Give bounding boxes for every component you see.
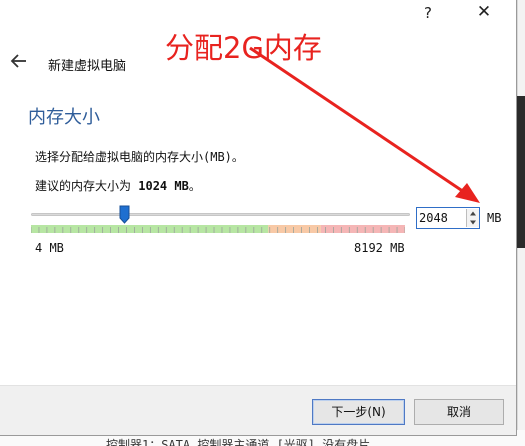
- memory-slider-scale: [31, 225, 405, 233]
- memory-slider-thumb[interactable]: [119, 205, 130, 224]
- recommend-value: 1024 MB: [138, 179, 189, 193]
- spin-up-icon[interactable]: [466, 209, 479, 218]
- close-button[interactable]: ✕: [475, 2, 493, 22]
- cancel-button[interactable]: 取消: [414, 399, 504, 425]
- back-arrow-icon[interactable]: [10, 53, 28, 69]
- wizard-title: 新建虚拟电脑: [48, 59, 127, 74]
- slider-zone-orange: [268, 225, 321, 233]
- spin-down-icon[interactable]: [466, 218, 479, 227]
- background-preview-panel: [517, 96, 525, 248]
- memory-spinbox[interactable]: [416, 207, 480, 229]
- memory-description: 选择分配给虚拟电脑的内存大小(MB)。: [35, 150, 244, 164]
- next-button[interactable]: 下一步(N): [312, 399, 405, 425]
- help-button[interactable]: ?: [421, 4, 435, 22]
- section-title: 内存大小: [28, 107, 100, 128]
- slider-zone-green: [31, 225, 269, 233]
- slider-max-label: 8192 MB: [354, 241, 405, 255]
- annotation-label: 分配2G内存: [165, 31, 322, 65]
- slider-min-label: 4 MB: [35, 241, 64, 255]
- memory-size-input[interactable]: [419, 209, 463, 227]
- recommended-memory: 建议的内存大小为 1024 MB。: [35, 177, 201, 194]
- recommend-suffix: 。: [188, 179, 201, 193]
- memory-unit-label: MB: [487, 211, 502, 225]
- background-storage-text: 控制器1：SATA 控制器主通道 [光驱] 没有盘片: [106, 438, 371, 446]
- memory-slider-track[interactable]: [31, 213, 410, 216]
- recommend-prefix: 建议的内存大小为: [35, 179, 132, 193]
